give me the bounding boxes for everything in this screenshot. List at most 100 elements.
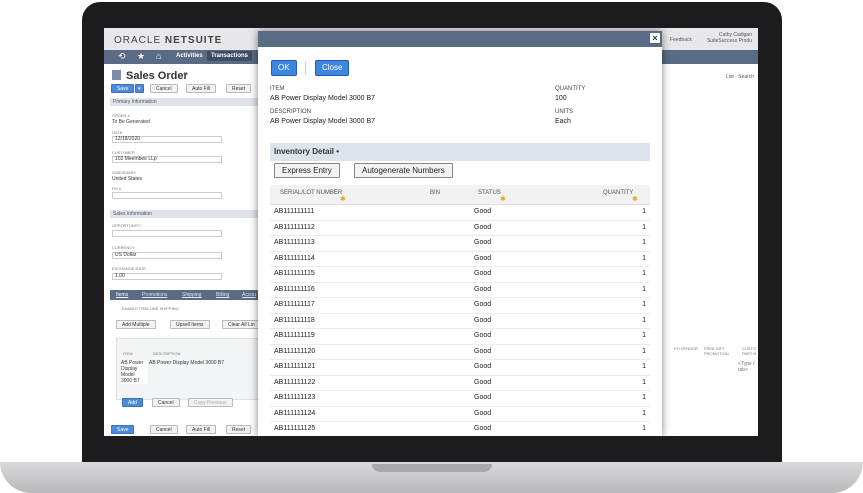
status-cell[interactable]: Good (474, 379, 491, 386)
status-cell[interactable]: Good (474, 255, 491, 262)
table-row[interactable]: AB111111123 Good 1 (270, 391, 650, 407)
serial-cell[interactable]: AB111111115 (274, 270, 315, 277)
serial-cell[interactable]: AB111111122 (274, 379, 315, 386)
close-icon[interactable]: × (650, 33, 660, 43)
exchange-rate-field[interactable]: 1.00 (112, 273, 222, 280)
quantity-cell[interactable]: 1 (642, 270, 646, 277)
nav-activities[interactable]: Activities (176, 53, 203, 59)
tab-accounting[interactable]: Accou (242, 292, 256, 298)
reset-button-bottom[interactable]: Reset (226, 425, 252, 434)
serial-cell[interactable]: AB111111111 (274, 208, 314, 215)
po-field[interactable] (112, 192, 222, 199)
description-cell[interactable]: AB Power Display Model 3000 B7 (149, 360, 224, 366)
serial-cell[interactable]: AB111111113 (274, 239, 315, 246)
upsell-items-button[interactable]: Upsell Items (170, 320, 210, 329)
quantity-cell[interactable]: 1 (642, 286, 646, 293)
close-button[interactable]: Close (315, 60, 350, 76)
save-button[interactable]: Save (111, 84, 135, 93)
table-row[interactable]: AB111111125 Good 1 (270, 422, 650, 433)
status-cell[interactable]: Good (474, 425, 491, 432)
star-icon[interactable]: ★ (137, 51, 145, 62)
primary-information-section[interactable]: Primary Information (110, 98, 260, 106)
status-cell[interactable]: Good (474, 208, 491, 215)
serial-cell[interactable]: AB111111117 (274, 301, 315, 308)
add-line-button[interactable]: Add (122, 398, 143, 407)
quantity-cell[interactable]: 1 (642, 317, 646, 324)
serial-cell[interactable]: AB111111120 (274, 348, 315, 355)
table-row[interactable]: AB111111119 Good 1 (270, 329, 650, 345)
table-row[interactable]: AB111111112 Good 1 (270, 221, 650, 236)
table-row[interactable]: AB111111114 Good 1 (270, 252, 650, 267)
cancel-button-bottom[interactable]: Cancel (150, 425, 178, 434)
quantity-cell[interactable]: 1 (642, 239, 646, 246)
quantity-cell[interactable]: 1 (642, 208, 646, 215)
serial-cell[interactable]: AB111111123 (274, 394, 315, 401)
home-icon[interactable]: ⌂ (156, 51, 161, 61)
customer-field[interactable]: 102 Meembee LLp (112, 156, 222, 163)
serial-cell[interactable]: AB111111119 (274, 332, 315, 339)
quantity-cell[interactable]: 1 (642, 410, 646, 417)
serial-cell[interactable]: AB111111124 (274, 410, 315, 417)
autogenerate-numbers-button[interactable]: Autogenerate Numbers (354, 163, 453, 178)
save-dropdown-icon[interactable]: ▾ (135, 84, 144, 93)
status-cell[interactable]: Good (474, 410, 491, 417)
quantity-cell[interactable]: 1 (642, 379, 646, 386)
date-field[interactable]: 12/18/2020 (112, 136, 222, 143)
table-row[interactable]: AB111111118 Good 1 (270, 314, 650, 329)
tab-promotions[interactable]: Promotions (142, 292, 167, 298)
search-link[interactable]: Search (738, 74, 754, 80)
recent-icon[interactable]: ⟲ (118, 51, 126, 62)
serial-cell[interactable]: AB111111114 (274, 255, 315, 262)
type-to-hint[interactable]: <Type t tab> (738, 361, 758, 373)
express-entry-button[interactable]: Express Entry (274, 163, 340, 178)
cancel-button[interactable]: Cancel (150, 84, 178, 93)
feedback-link[interactable]: Feedback (670, 37, 692, 43)
enable-line-shipping-label[interactable]: ENABLE ITEM LINE SHIPPING (122, 306, 179, 311)
copy-previous-button[interactable]: Copy Previous (188, 398, 233, 407)
item-cell[interactable]: AB Power Display Model 3000 B7 (121, 360, 147, 384)
status-cell[interactable]: Good (474, 270, 491, 277)
table-row[interactable]: AB111111121 Good 1 (270, 360, 650, 376)
status-cell[interactable]: Good (474, 332, 491, 339)
serial-cell[interactable]: AB111111116 (274, 286, 315, 293)
status-cell[interactable]: Good (474, 301, 491, 308)
status-cell[interactable]: Good (474, 239, 491, 246)
serial-cell[interactable]: AB111111118 (274, 317, 315, 324)
serial-cell[interactable]: AB111111112 (274, 224, 315, 231)
quantity-cell[interactable]: 1 (642, 363, 646, 370)
quantity-cell[interactable]: 1 (642, 332, 646, 339)
nav-transactions[interactable]: Transactions (207, 51, 253, 61)
tab-items[interactable]: Items (116, 292, 128, 298)
quantity-cell[interactable]: 1 (642, 224, 646, 231)
auto-fill-button-bottom[interactable]: Auto Fill (186, 425, 217, 434)
status-cell[interactable]: Good (474, 224, 491, 231)
status-cell[interactable]: Good (474, 286, 491, 293)
table-row[interactable]: AB111111122 Good 1 (270, 376, 650, 391)
quantity-cell[interactable]: 1 (642, 394, 646, 401)
table-row[interactable]: AB111111115 Good 1 (270, 267, 650, 283)
quantity-cell[interactable]: 1 (642, 301, 646, 308)
table-row[interactable]: AB111111113 Good 1 (270, 236, 650, 252)
table-row[interactable]: AB111111117 Good 1 (270, 298, 650, 314)
status-cell[interactable]: Good (474, 363, 491, 370)
cancel-line-button[interactable]: Cancel (152, 398, 180, 407)
reset-button[interactable]: Reset (226, 84, 252, 93)
list-link[interactable]: List (726, 74, 734, 80)
opportunity-field[interactable] (112, 230, 222, 237)
quantity-cell[interactable]: 1 (642, 425, 646, 432)
status-cell[interactable]: Good (474, 348, 491, 355)
tab-billing[interactable]: Billing (216, 292, 229, 298)
status-cell[interactable]: Good (474, 394, 491, 401)
serial-cell[interactable]: AB111111125 (274, 425, 315, 432)
status-cell[interactable]: Good (474, 317, 491, 324)
clear-all-lines-button[interactable]: Clear All Lin (222, 320, 261, 329)
user-menu[interactable]: Cathy Cadigan SuiteSuccess Produ (707, 32, 752, 44)
quantity-cell[interactable]: 1 (642, 348, 646, 355)
currency-field[interactable]: US Dollar (112, 252, 222, 259)
table-row[interactable]: AB111111111 Good 1 (270, 205, 650, 221)
tab-shipping[interactable]: Shipping (182, 292, 201, 298)
table-row[interactable]: AB111111116 Good 1 (270, 283, 650, 298)
serial-cell[interactable]: AB111111121 (274, 363, 315, 370)
auto-fill-button[interactable]: Auto Fill (186, 84, 217, 93)
sales-information-section[interactable]: Sales Information (110, 210, 260, 218)
